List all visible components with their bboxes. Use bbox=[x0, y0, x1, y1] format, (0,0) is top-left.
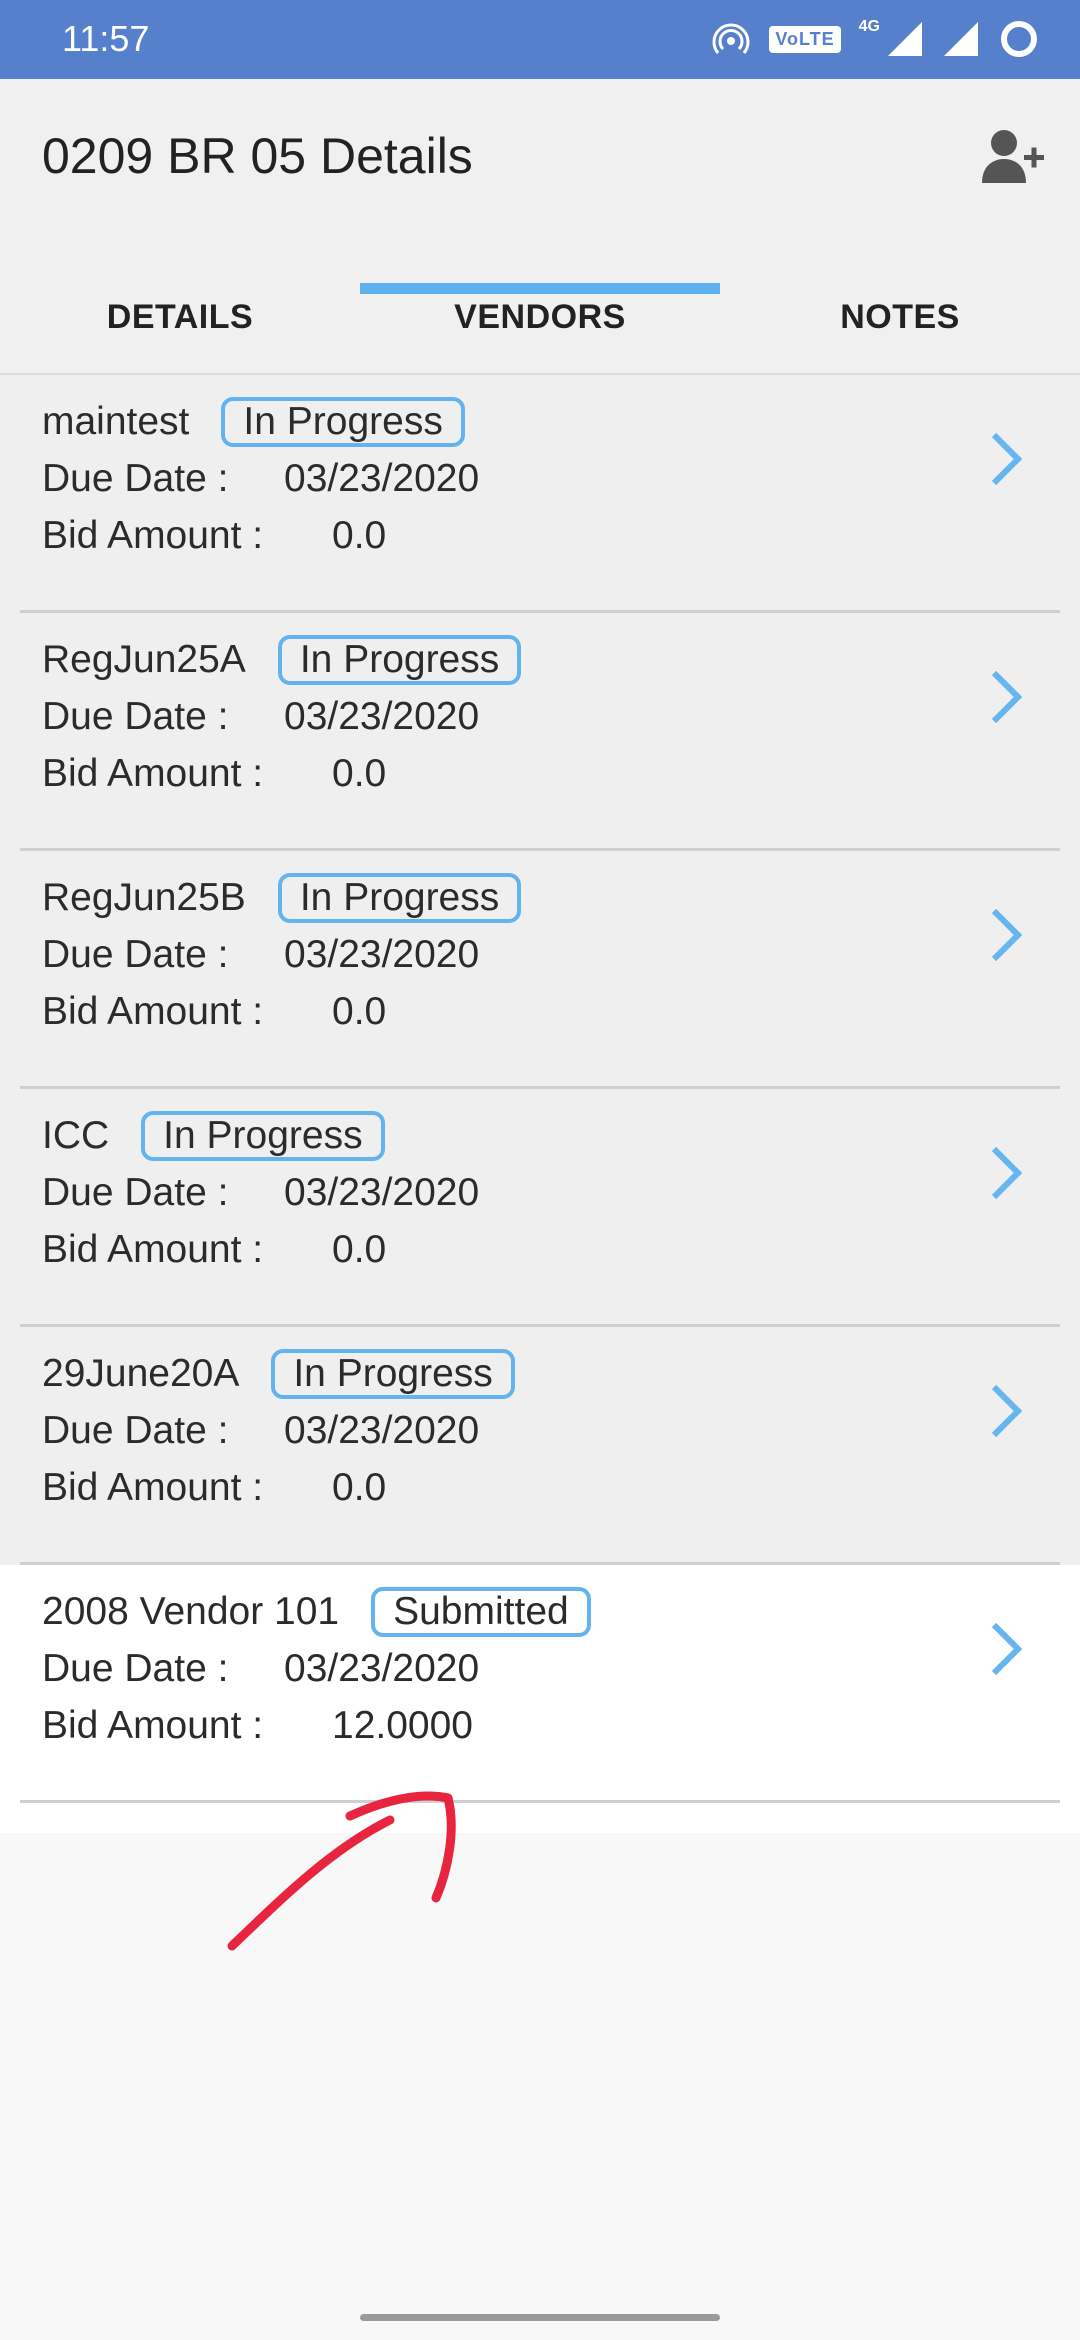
vendor-name-line: ICC In Progress bbox=[42, 1107, 479, 1164]
bid-amount-value: 0.0 bbox=[332, 751, 387, 795]
bid-amount-line: Bid Amount : 0.0 bbox=[42, 983, 521, 1040]
due-date-label: Due Date : bbox=[42, 1408, 229, 1452]
network-type-label: 4G bbox=[858, 18, 880, 35]
bid-amount-label: Bid Amount : bbox=[42, 751, 264, 795]
chevron-right-icon[interactable] bbox=[990, 1621, 1022, 1677]
due-date-line: Due Date : 03/23/2020 bbox=[42, 450, 479, 507]
bid-amount-value: 12.0000 bbox=[332, 1703, 473, 1747]
due-date-value: 03/23/2020 bbox=[284, 456, 480, 500]
due-date-label: Due Date : bbox=[42, 932, 229, 976]
signal-icon-2 bbox=[944, 22, 978, 56]
vendor-name-line: maintest In Progress bbox=[42, 393, 479, 450]
chevron-right-icon[interactable] bbox=[990, 1383, 1022, 1439]
vendor-row[interactable]: 29June20A In Progress Due Date : 03/23/2… bbox=[0, 1327, 1080, 1565]
tab-details[interactable]: DETAILS bbox=[0, 259, 360, 375]
due-date-value: 03/23/2020 bbox=[284, 932, 480, 976]
app-bar: 0209 BR 05 Details DETAILS VENDORS NOTES bbox=[0, 79, 1080, 375]
due-date-line: Due Date : 03/23/2020 bbox=[42, 926, 521, 983]
signal-icon bbox=[888, 22, 922, 56]
due-date-value: 03/23/2020 bbox=[284, 694, 480, 738]
bid-amount-line: Bid Amount : 12.0000 bbox=[42, 1697, 591, 1754]
vendor-name: RegJun25A bbox=[42, 637, 246, 681]
bid-amount-line: Bid Amount : 0.0 bbox=[42, 1459, 515, 1516]
due-date-label: Due Date : bbox=[42, 1646, 229, 1690]
bid-amount-label: Bid Amount : bbox=[42, 1227, 264, 1271]
vendor-name: maintest bbox=[42, 399, 190, 443]
due-date-label: Due Date : bbox=[42, 456, 229, 500]
due-date-label: Due Date : bbox=[42, 1170, 229, 1214]
status-badge: Submitted bbox=[371, 1586, 591, 1637]
bid-amount-label: Bid Amount : bbox=[42, 513, 264, 557]
vendor-row-content: ICC In Progress Due Date : 03/23/2020 Bi… bbox=[42, 1107, 479, 1278]
status-badge: In Progress bbox=[277, 872, 522, 923]
vendor-name: 2008 Vendor 101 bbox=[42, 1589, 340, 1633]
bid-amount-value: 0.0 bbox=[332, 1465, 387, 1509]
due-date-value: 03/23/2020 bbox=[284, 1170, 480, 1214]
vendor-row-content: RegJun25B In Progress Due Date : 03/23/2… bbox=[42, 869, 522, 1040]
status-badge: In Progress bbox=[221, 396, 465, 447]
due-date-label: Due Date : bbox=[42, 694, 229, 738]
due-date-value: 03/23/2020 bbox=[284, 1646, 480, 1690]
due-date-line: Due Date : 03/23/2020 bbox=[42, 1164, 479, 1221]
bid-amount-line: Bid Amount : 0.0 bbox=[42, 1221, 479, 1278]
bid-amount-label: Bid Amount : bbox=[42, 1703, 264, 1747]
vendor-row-content: 29June20A In Progress Due Date : 03/23/2… bbox=[42, 1345, 515, 1516]
chevron-right-icon[interactable] bbox=[990, 669, 1022, 725]
row-divider bbox=[20, 1800, 1060, 1803]
annotation-arrow-icon bbox=[227, 1791, 456, 1951]
vendor-row-content: 2008 Vendor 101 Submitted Due Date : 03/… bbox=[42, 1583, 591, 1754]
vendor-row[interactable]: maintest In Progress Due Date : 03/23/20… bbox=[0, 375, 1080, 613]
volte-badge: VoLTE bbox=[769, 25, 841, 53]
vendor-name: ICC bbox=[42, 1113, 110, 1157]
chevron-right-icon[interactable] bbox=[990, 907, 1022, 963]
vendor-row-submitted[interactable]: 2008 Vendor 101 Submitted Due Date : 03/… bbox=[0, 1565, 1080, 1833]
tab-vendors[interactable]: VENDORS bbox=[360, 259, 720, 375]
due-date-value: 03/23/2020 bbox=[284, 1408, 480, 1452]
bid-amount-value: 0.0 bbox=[332, 513, 387, 557]
due-date-line: Due Date : 03/23/2020 bbox=[42, 1640, 591, 1697]
vendor-row[interactable]: RegJun25A In Progress Due Date : 03/23/2… bbox=[0, 613, 1080, 851]
vendor-name-line: 2008 Vendor 101 Submitted bbox=[42, 1583, 591, 1640]
status-bar: 11:57 VoLTE 4G bbox=[0, 0, 1080, 79]
bid-amount-line: Bid Amount : 0.0 bbox=[42, 745, 521, 802]
due-date-line: Due Date : 03/23/2020 bbox=[42, 688, 521, 745]
add-user-icon[interactable] bbox=[980, 127, 1046, 189]
page-title: 0209 BR 05 Details bbox=[42, 128, 473, 184]
status-badge: In Progress bbox=[271, 1348, 515, 1399]
vendor-name-line: RegJun25B In Progress bbox=[42, 869, 522, 926]
vendor-row[interactable]: ICC In Progress Due Date : 03/23/2020 Bi… bbox=[0, 1089, 1080, 1327]
vendor-list: maintest In Progress Due Date : 03/23/20… bbox=[0, 375, 1080, 1833]
hotspot-icon bbox=[712, 23, 750, 54]
status-time: 11:57 bbox=[62, 18, 150, 59]
vendor-row[interactable]: RegJun25B In Progress Due Date : 03/23/2… bbox=[0, 851, 1080, 1089]
vendor-name: 29June20A bbox=[42, 1351, 240, 1395]
vendor-name: RegJun25B bbox=[42, 875, 246, 919]
active-tab-indicator bbox=[360, 283, 720, 294]
vendor-row-content: maintest In Progress Due Date : 03/23/20… bbox=[42, 393, 479, 564]
status-badge: In Progress bbox=[277, 634, 522, 685]
home-indicator[interactable] bbox=[360, 2314, 720, 2321]
due-date-line: Due Date : 03/23/2020 bbox=[42, 1402, 515, 1459]
chevron-right-icon[interactable] bbox=[990, 1145, 1022, 1201]
bid-amount-label: Bid Amount : bbox=[42, 989, 264, 1033]
chevron-right-icon[interactable] bbox=[990, 431, 1022, 487]
tab-bar: DETAILS VENDORS NOTES bbox=[0, 259, 1080, 375]
status-icons: VoLTE 4G bbox=[711, 14, 1040, 64]
tab-notes[interactable]: NOTES bbox=[720, 259, 1080, 375]
bid-amount-label: Bid Amount : bbox=[42, 1465, 264, 1509]
battery-ring-icon bbox=[1001, 21, 1037, 57]
bid-amount-value: 0.0 bbox=[332, 989, 387, 1033]
vendor-name-line: 29June20A In Progress bbox=[42, 1345, 515, 1402]
status-badge: In Progress bbox=[141, 1110, 385, 1161]
vendor-name-line: RegJun25A In Progress bbox=[42, 631, 522, 688]
bid-amount-line: Bid Amount : 0.0 bbox=[42, 507, 479, 564]
vendor-row-content: RegJun25A In Progress Due Date : 03/23/2… bbox=[42, 631, 522, 802]
bid-amount-value: 0.0 bbox=[332, 1227, 387, 1271]
